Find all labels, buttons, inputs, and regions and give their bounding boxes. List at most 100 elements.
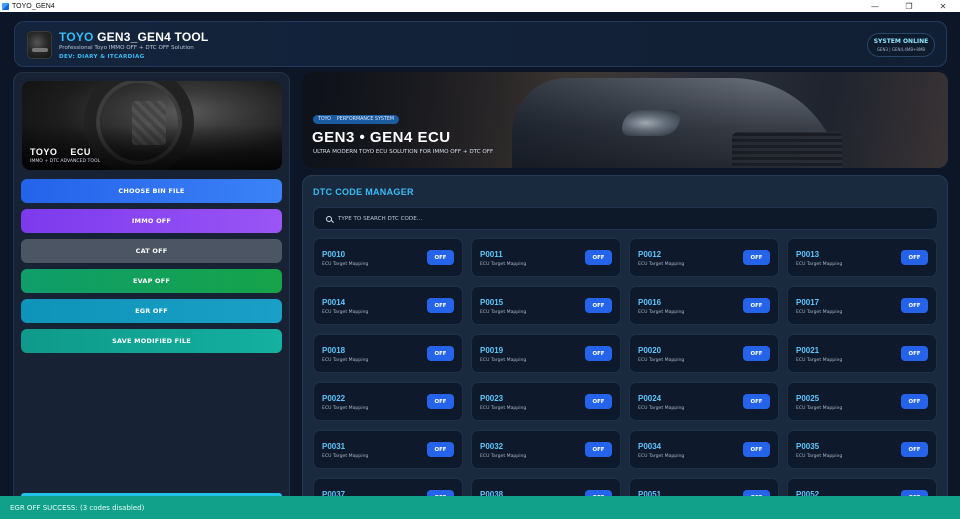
dtc-off-button[interactable]: OFF (743, 394, 770, 409)
dtc-description: ECU Target Mapping (638, 310, 685, 315)
dtc-code: P0034 (638, 442, 662, 451)
dtc-code: P0011 (480, 250, 503, 259)
dtc-code: P0013 (796, 250, 820, 259)
dtc-card: P0016 ECU Target Mapping OFF (629, 286, 779, 325)
dtc-code: P0025 (796, 394, 820, 403)
dtc-code: P0012 (638, 250, 662, 259)
dtc-code: P0023 (480, 394, 504, 403)
dtc-code: P0035 (796, 442, 820, 451)
dtc-card: P0022 ECU Target Mapping OFF (313, 382, 463, 421)
immo-off-button[interactable]: IMMO OFF (21, 209, 282, 233)
evap-off-button[interactable]: EVAP OFF (21, 269, 282, 293)
dtc-off-button[interactable]: OFF (585, 394, 612, 409)
close-icon[interactable]: ✕ (926, 0, 960, 12)
dtc-card: P0023 ECU Target Mapping OFF (471, 382, 621, 421)
dtc-off-button[interactable]: OFF (427, 298, 454, 313)
sidebar: TOYO ECU IMMO + DTC ADVANCED TOOL CHOOSE… (13, 72, 290, 519)
dtc-description: ECU Target Mapping (796, 310, 843, 315)
dtc-code: P0018 (322, 346, 346, 355)
dtc-description: ECU Target Mapping (480, 454, 527, 459)
sidebar-hero-title: TOYO ECU (30, 147, 91, 157)
dtc-description: ECU Target Mapping (480, 262, 527, 267)
dtc-card: P0012 ECU Target Mapping OFF (629, 238, 779, 277)
dtc-description: ECU Target Mapping (796, 454, 843, 459)
dtc-card: P0015 ECU Target Mapping OFF (471, 286, 621, 325)
banner-title: GEN3 • GEN4 ECU (312, 129, 451, 146)
dtc-card: P0017 ECU Target Mapping OFF (787, 286, 937, 325)
dtc-search-input[interactable] (338, 215, 937, 222)
dtc-description: ECU Target Mapping (480, 310, 527, 315)
dtc-off-button[interactable]: OFF (427, 346, 454, 361)
cat-off-button[interactable]: CAT OFF (21, 239, 282, 263)
dtc-description: ECU Target Mapping (322, 310, 369, 315)
dtc-search-bar (313, 207, 938, 230)
app-title: TOYO GEN3_GEN4 TOOL (59, 30, 208, 44)
dtc-card: P0025 ECU Target Mapping OFF (787, 382, 937, 421)
dtc-description: ECU Target Mapping (796, 262, 843, 267)
dtc-off-button[interactable]: OFF (743, 442, 770, 457)
app-title-rest: GEN3_GEN4 TOOL (97, 30, 209, 44)
system-status-badge: SYSTEM ONLINE GEN3 | GEN4,4MB+8MB (867, 33, 935, 57)
dtc-off-button[interactable]: OFF (427, 394, 454, 409)
dtc-off-button[interactable]: OFF (901, 250, 928, 265)
dtc-off-button[interactable]: OFF (743, 298, 770, 313)
dtc-off-button[interactable]: OFF (743, 346, 770, 361)
dtc-off-button[interactable]: OFF (901, 346, 928, 361)
dtc-off-button[interactable]: OFF (901, 442, 928, 457)
dtc-description: ECU Target Mapping (322, 454, 369, 459)
dtc-off-button[interactable]: OFF (585, 346, 612, 361)
sidebar-hero-subtitle: IMMO + DTC ADVANCED TOOL (30, 159, 101, 164)
dtc-description: ECU Target Mapping (322, 406, 369, 411)
dtc-off-button[interactable]: OFF (427, 442, 454, 457)
dtc-off-button[interactable]: OFF (901, 394, 928, 409)
search-icon (326, 215, 332, 222)
dtc-description: ECU Target Mapping (796, 358, 843, 363)
banner-subtitle: ULTRA MODERN TOYO ECU SOLUTION FOR IMMO … (313, 149, 494, 155)
dtc-card: P0013 ECU Target Mapping OFF (787, 238, 937, 277)
dtc-code: P0016 (638, 298, 662, 307)
dtc-off-button[interactable]: OFF (743, 250, 770, 265)
app-header: TOYO GEN3_GEN4 TOOL Professional Toyo IM… (14, 21, 947, 67)
developer-credit: DEV: DIARY & ITCARDIAG (59, 54, 145, 60)
window-title: TOYO_GEN4 (12, 2, 55, 10)
dtc-card: P0034 ECU Target Mapping OFF (629, 430, 779, 469)
dtc-card: P0035 ECU Target Mapping OFF (787, 430, 937, 469)
dtc-code: P0032 (480, 442, 504, 451)
banner-tag: TOYO PERFORMANCE SYSTEM (313, 115, 400, 124)
dtc-card: P0021 ECU Target Mapping OFF (787, 334, 937, 373)
banner-tag-right: PERFORMANCE SYSTEM (336, 117, 395, 122)
dtc-code: P0024 (638, 394, 662, 403)
dtc-code: P0022 (322, 394, 346, 403)
dtc-description: ECU Target Mapping (638, 454, 685, 459)
status-bar: EGR OFF SUCCESS: (3 codes disabled) (0, 496, 960, 519)
dtc-card: P0032 ECU Target Mapping OFF (471, 430, 621, 469)
app-title-brand: TOYO (59, 30, 94, 44)
app-subtitle: Professional Toyo IMMO OFF + DTC OFF Sol… (59, 45, 194, 51)
choose-bin-file-button[interactable]: CHOOSE BIN FILE (21, 179, 282, 203)
dtc-description: ECU Target Mapping (322, 262, 369, 267)
sidebar-hero-image: TOYO ECU IMMO + DTC ADVANCED TOOL (22, 81, 282, 170)
dtc-description: ECU Target Mapping (322, 358, 369, 363)
dtc-description: ECU Target Mapping (480, 358, 527, 363)
minimize-icon[interactable]: — (858, 0, 892, 12)
dtc-code: P0021 (796, 346, 820, 355)
dtc-off-button[interactable]: OFF (585, 442, 612, 457)
dtc-title: DTC CODE MANAGER (313, 187, 414, 197)
dtc-card: P0031 ECU Target Mapping OFF (313, 430, 463, 469)
dtc-card: P0011 ECU Target Mapping OFF (471, 238, 621, 277)
dtc-off-button[interactable]: OFF (585, 250, 612, 265)
system-status-label: SYSTEM ONLINE (873, 38, 929, 45)
logo-icon (27, 31, 52, 59)
app-icon (2, 2, 9, 10)
dtc-off-button[interactable]: OFF (585, 298, 612, 313)
dtc-off-button[interactable]: OFF (901, 298, 928, 313)
dtc-description: ECU Target Mapping (638, 358, 685, 363)
egr-off-button[interactable]: EGR OFF (21, 299, 282, 323)
dtc-off-button[interactable]: OFF (427, 250, 454, 265)
status-message: EGR OFF SUCCESS: (3 codes disabled) (10, 503, 145, 512)
restore-icon[interactable]: ❐ (892, 0, 926, 12)
dtc-description: ECU Target Mapping (796, 406, 843, 411)
window-controls: — ❐ ✕ (858, 0, 960, 12)
dtc-code: P0010 (322, 250, 346, 259)
save-modified-file-button[interactable]: SAVE MODIFIED FILE (21, 329, 282, 353)
